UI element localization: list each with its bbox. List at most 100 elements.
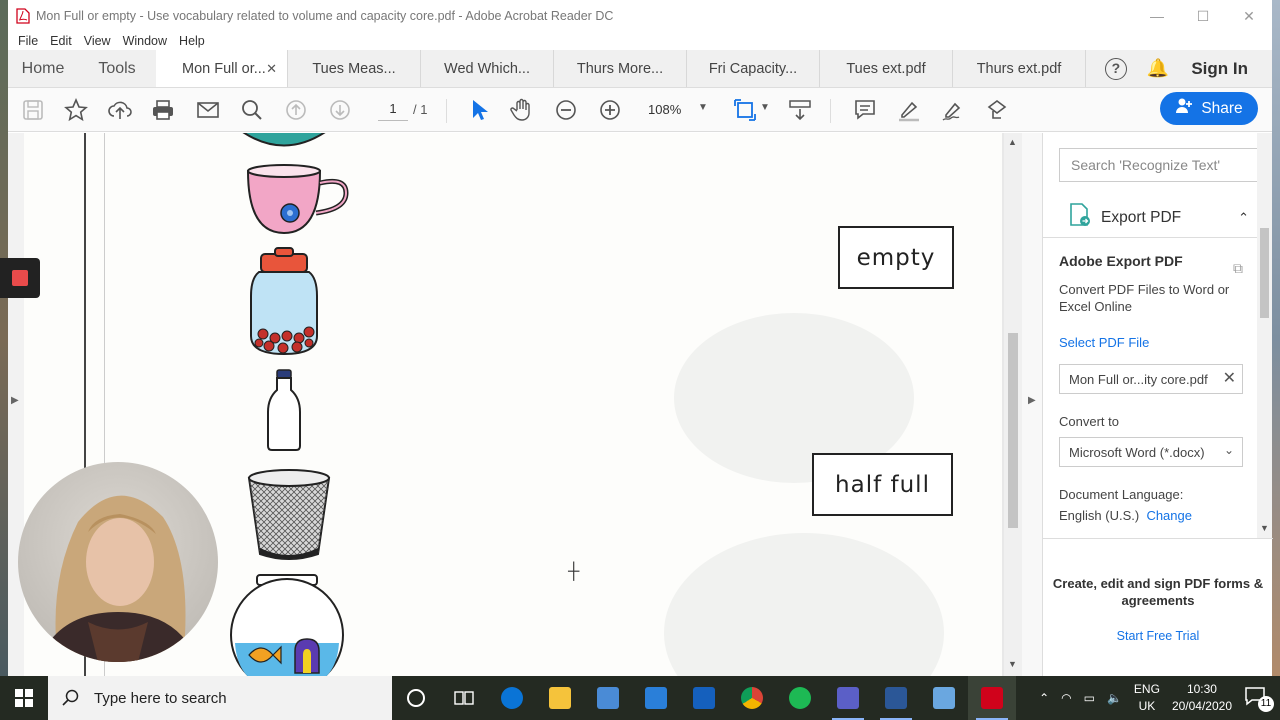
sign-in-button[interactable]: Sign In <box>1191 59 1248 79</box>
menu-window[interactable]: Window <box>123 34 167 48</box>
document-scrollbar[interactable]: ▲ ▼ <box>1004 133 1022 676</box>
page-up-icon[interactable] <box>283 97 309 123</box>
store-icon[interactable] <box>584 676 632 720</box>
file-explorer-icon[interactable] <box>536 676 584 720</box>
scroll-down-icon[interactable]: ▼ <box>1008 659 1017 669</box>
mail-icon[interactable] <box>632 676 680 720</box>
upload-icon[interactable] <box>107 97 133 123</box>
recognize-text-search-input[interactable]: Search 'Recognize Text' <box>1059 148 1259 182</box>
change-language-link[interactable]: Change <box>1146 508 1192 523</box>
menu-view[interactable]: View <box>84 34 111 48</box>
volume-icon[interactable]: 🔈 <box>1107 691 1122 705</box>
zoom-level[interactable]: 108% <box>648 102 681 117</box>
page-number-input[interactable]: 1 <box>378 101 408 121</box>
start-free-trial-link[interactable]: Start Free Trial <box>1043 629 1273 643</box>
tab-thurs-ext[interactable]: Thurs ext.pdf <box>953 50 1086 87</box>
spotify-icon[interactable] <box>776 676 824 720</box>
save-icon[interactable] <box>20 97 46 123</box>
zoom-out-icon[interactable] <box>553 97 579 123</box>
chevron-down-icon[interactable]: ⌄ <box>1224 443 1234 457</box>
windows-logo-icon <box>15 689 33 707</box>
menu-help[interactable]: Help <box>179 34 205 48</box>
taskbar-search-input[interactable]: Type here to search <box>48 676 392 720</box>
task-view-icon[interactable] <box>440 676 488 720</box>
tab-wed-which[interactable]: Wed Which... <box>421 50 554 87</box>
fit-page-icon[interactable] <box>732 97 758 123</box>
comment-icon[interactable] <box>852 97 878 123</box>
menu-file[interactable]: File <box>18 34 38 48</box>
start-button[interactable] <box>0 676 48 720</box>
star-icon[interactable] <box>63 97 89 123</box>
select-cursor-icon[interactable] <box>465 97 491 123</box>
recording-stop-button[interactable] <box>0 258 40 298</box>
crosshair-cursor-icon: ┼ <box>568 563 580 580</box>
edge-browser-icon[interactable] <box>488 676 536 720</box>
teams-icon[interactable] <box>824 676 872 720</box>
input-language[interactable]: ENG UK <box>1134 681 1160 715</box>
battery-icon[interactable]: ▭ <box>1084 691 1095 705</box>
page-down-icon[interactable] <box>327 97 353 123</box>
menu-edit[interactable]: Edit <box>50 34 72 48</box>
show-hidden-icons-icon[interactable]: ⌃ <box>1039 691 1049 705</box>
chrome-icon[interactable] <box>728 676 776 720</box>
right-panel-toggle[interactable]: ▶ <box>1022 133 1042 676</box>
export-pdf-header[interactable]: Export PDF ⌃ <box>1043 198 1257 238</box>
scroll-thumb[interactable] <box>1008 333 1018 528</box>
sweet-jar-image <box>250 247 318 356</box>
tab-tues-meas[interactable]: Tues Meas... <box>288 50 421 87</box>
highlight-pen-icon[interactable] <box>896 97 922 123</box>
remove-file-icon[interactable]: ✕ <box>1223 368 1236 388</box>
tab-active-document[interactable]: Mon Full or... ✕ <box>156 50 288 87</box>
tab-tues-ext[interactable]: Tues ext.pdf <box>820 50 953 87</box>
close-button[interactable]: ✕ <box>1226 0 1272 32</box>
toolbar-separator <box>446 99 447 123</box>
scroll-up-icon[interactable]: ▲ <box>1008 137 1017 147</box>
minimize-button[interactable]: — <box>1134 0 1180 32</box>
select-pdf-file-link[interactable]: Select PDF File <box>1059 335 1249 350</box>
fit-dropdown-icon[interactable]: ▼ <box>760 102 770 113</box>
more-tools-icon[interactable] <box>984 97 1010 123</box>
maximize-button[interactable]: ☐ <box>1180 0 1226 32</box>
notifications-button[interactable]: 11 <box>1244 686 1274 712</box>
page-total: / 1 <box>413 102 428 117</box>
scroll-mode-icon[interactable] <box>787 97 813 123</box>
tab-close-icon[interactable]: ✕ <box>266 61 277 77</box>
left-panel-toggle[interactable]: ▶ <box>8 133 24 676</box>
clock[interactable]: 10:30 20/04/2020 <box>1172 681 1232 715</box>
email-icon[interactable] <box>195 97 221 123</box>
help-icon[interactable]: ? <box>1104 57 1127 80</box>
selected-file-field[interactable]: Mon Full or...ity core.pdf ✕ <box>1059 364 1243 394</box>
copy-icon[interactable]: ⧉ <box>1233 260 1243 277</box>
cortana-icon[interactable] <box>392 676 440 720</box>
format-select[interactable]: Microsoft Word (*.docx) ⌄ <box>1059 437 1243 467</box>
scroll-down-icon[interactable]: ▼ <box>1260 523 1269 533</box>
export-description: Convert PDF Files to Word or Excel Onlin… <box>1059 282 1230 314</box>
network-icon[interactable]: ◠ <box>1061 691 1071 705</box>
right-panel-scroll-thumb[interactable] <box>1260 228 1269 318</box>
zoom-in-icon[interactable] <box>597 97 623 123</box>
outlook-icon[interactable] <box>680 676 728 720</box>
hand-tool-icon[interactable] <box>509 97 535 123</box>
sign-icon[interactable] <box>940 97 966 123</box>
word-icon[interactable] <box>872 676 920 720</box>
toolbar: 1 / 1 108% ▼ ▼ Share <box>8 88 1272 132</box>
tab-fri-capacity[interactable]: Fri Capacity... <box>687 50 820 87</box>
add-user-icon <box>1175 97 1193 120</box>
teacup-image <box>246 164 349 235</box>
window-title: Mon Full or empty - Use vocabulary relat… <box>36 9 614 23</box>
tab-home[interactable]: Home <box>8 50 78 87</box>
print-icon[interactable] <box>150 97 176 123</box>
remote-desktop-icon[interactable] <box>920 676 968 720</box>
bell-icon[interactable]: 🔔 <box>1147 58 1169 79</box>
acrobat-taskbar-icon[interactable] <box>968 676 1016 720</box>
collapse-right-icon[interactable]: ▶ <box>1028 395 1036 406</box>
tab-tools[interactable]: Tools <box>78 50 156 87</box>
right-panel-scrollbar[interactable]: ▼ <box>1257 133 1272 538</box>
zoom-dropdown-icon[interactable]: ▼ <box>698 102 708 113</box>
tab-thurs-more[interactable]: Thurs More... <box>554 50 687 87</box>
expand-left-icon[interactable]: ▶ <box>11 395 19 406</box>
search-icon[interactable] <box>239 97 265 123</box>
tab-active-label: Mon Full or... <box>182 60 266 77</box>
chevron-up-icon[interactable]: ⌃ <box>1238 210 1249 226</box>
share-button[interactable]: Share <box>1160 92 1258 125</box>
